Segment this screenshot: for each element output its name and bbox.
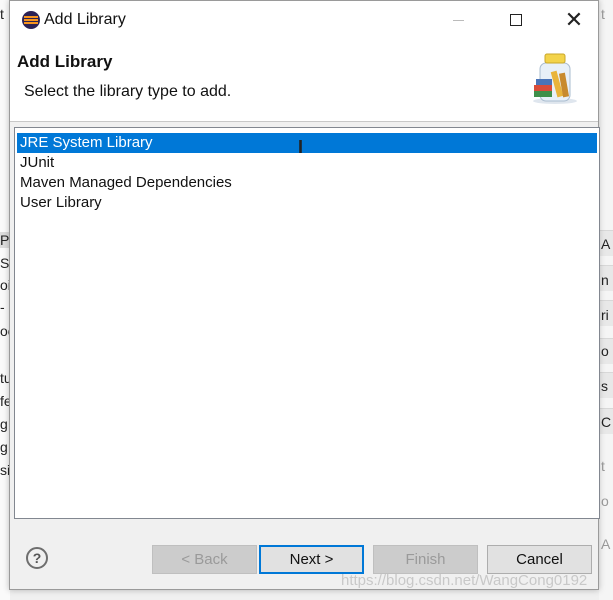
page-title: Add Library [17,52,113,71]
library-type-list[interactable]: JRE System Library JUnit Maven Managed D… [14,127,600,519]
bg-right-fragment: A [601,236,611,252]
text-cursor-icon: I [298,137,304,157]
finish-button[interactable]: Finish [373,545,478,574]
header-separator [10,121,598,122]
back-button[interactable]: < Back [152,545,257,574]
library-jar-icon [533,53,577,104]
maximize-button[interactable] [493,7,539,33]
page-description: Select the library type to add. [24,83,232,100]
bg-right-fragment: A [601,536,611,552]
list-item-maven-managed-dependencies[interactable]: Maven Managed Dependencies [17,173,597,193]
help-icon[interactable]: ? [26,547,48,569]
cancel-button[interactable]: Cancel [487,545,592,574]
bg-right-fragment: o [601,343,609,359]
close-icon: ✕ [564,7,584,32]
bg-right-fragment: t [601,458,605,474]
bg-right-fragment: C [601,414,612,430]
bg-right-fragment: ri [601,307,609,323]
minimize-icon [452,19,464,21]
title-bar[interactable]: Add Library ✕ [10,1,598,39]
bg-right-fragment: o [601,493,609,509]
background-app-right: t A n ri o s C t o A [599,0,613,600]
bg-left-fragment: - [0,299,5,315]
add-library-dialog: Add Library ✕ Add Library Select the lib… [9,0,600,590]
next-button[interactable]: Next > [259,545,364,574]
wizard-header: Add Library Select the library type to a… [10,39,598,121]
bg-left-fragment: g [0,416,8,432]
eclipse-icon [22,11,40,29]
bg-left-fragment: t [0,6,4,22]
bg-right-fragment: s [601,378,608,394]
close-button[interactable]: ✕ [551,7,597,33]
minimize-button[interactable] [435,7,481,33]
list-item-junit[interactable]: JUnit [17,153,597,173]
list-item-jre-system-library[interactable]: JRE System Library [17,133,597,153]
watermark: https://blog.csdn.net/WangCong0192 [341,572,588,589]
bg-right-fragment: t [601,6,605,22]
list-item-user-library[interactable]: User Library [17,193,597,213]
bg-left-fragment: g [0,439,8,455]
window-title: Add Library [44,11,126,28]
bg-left-fragment: S [0,255,10,271]
maximize-icon [510,14,522,26]
bg-right-fragment: n [601,272,609,288]
